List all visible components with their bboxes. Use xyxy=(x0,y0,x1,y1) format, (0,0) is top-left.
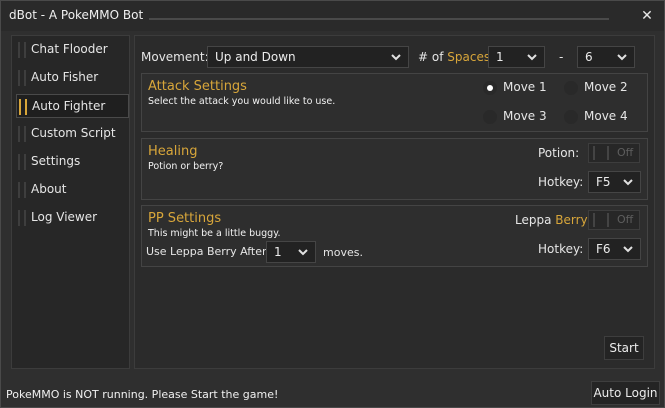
sidebar-item-label: Auto Fighter xyxy=(32,99,106,113)
leppa-word: Berry: xyxy=(555,213,591,227)
sidebar-item-auto-fisher[interactable]: Auto Fisher xyxy=(16,66,129,90)
chevron-down-icon xyxy=(623,246,633,253)
healing-title: Healing xyxy=(148,144,198,159)
radio-dot xyxy=(483,81,497,95)
sidebar-item-label: Log Viewer xyxy=(31,210,98,224)
potion-toggle[interactable]: Off xyxy=(588,143,640,163)
sidebar-item-label: Chat Flooder xyxy=(31,42,108,56)
grip-icon xyxy=(18,126,26,142)
movement-select[interactable]: Up and Down xyxy=(207,46,409,68)
move-3-radio[interactable]: Move 3 xyxy=(483,108,553,126)
close-icon[interactable]: ✕ xyxy=(637,6,657,26)
toggle-knob xyxy=(593,213,609,227)
main-panel: Movement: Up and Down # of Spaces: 1 - 6… xyxy=(134,35,655,369)
movement-value: Up and Down xyxy=(215,50,296,64)
pp-hotkey-label: Hotkey: xyxy=(538,242,584,256)
spaces-to-value: 6 xyxy=(585,50,593,64)
range-dash: - xyxy=(559,50,564,64)
title-divider xyxy=(149,18,609,20)
sidebar-item-label: Custom Script xyxy=(31,126,116,140)
sidebar-item-about[interactable]: About xyxy=(16,178,129,202)
attack-settings-desc: Select the attack you would like to use. xyxy=(148,96,336,107)
radio-dot xyxy=(564,110,578,124)
grip-icon xyxy=(18,70,26,86)
move-4-radio[interactable]: Move 4 xyxy=(564,108,634,126)
grip-icon xyxy=(18,42,26,58)
title-bar[interactable]: dBot - A PokeMMO Bot ✕ xyxy=(1,1,664,31)
leppa-after-value: 1 xyxy=(274,245,282,259)
move-4-label: Move 4 xyxy=(584,109,628,123)
move-1-label: Move 1 xyxy=(503,80,547,94)
spaces-from-select[interactable]: 1 xyxy=(488,46,545,68)
chevron-down-icon xyxy=(391,54,401,61)
sidebar-item-settings[interactable]: Settings xyxy=(16,150,129,174)
move-2-label: Move 2 xyxy=(584,80,628,94)
status-bar: PokeMMO is NOT running. Please Start the… xyxy=(1,377,664,407)
move-1-radio[interactable]: Move 1 xyxy=(483,79,553,97)
potion-toggle-state: Off xyxy=(617,146,634,159)
move-3-label: Move 3 xyxy=(503,109,547,123)
leppa-after-label: Use Leppa Berry After xyxy=(146,245,267,258)
grip-icon xyxy=(18,182,26,198)
leppa-after-suffix: moves. xyxy=(323,246,363,259)
leppa-after-select[interactable]: 1 xyxy=(266,241,316,263)
attack-settings-title: Attack Settings xyxy=(148,79,247,94)
attack-settings-group: Attack Settings Select the attack you wo… xyxy=(141,73,648,132)
window-title: dBot - A PokeMMO Bot xyxy=(9,8,144,22)
chevron-down-icon xyxy=(298,249,308,256)
leppa-prefix: Leppa xyxy=(515,213,552,227)
grip-icon xyxy=(18,154,26,170)
chevron-down-icon xyxy=(527,54,537,61)
healing-hotkey-select[interactable]: F5 xyxy=(588,171,641,193)
auto-login-button[interactable]: Auto Login xyxy=(591,381,660,405)
grip-icon xyxy=(18,210,26,226)
healing-group: Healing Potion or berry? Potion: Off Hot… xyxy=(141,138,648,200)
spaces-prefix: # of xyxy=(418,50,444,64)
spaces-from-value: 1 xyxy=(496,50,504,64)
pp-hotkey-select[interactable]: F6 xyxy=(588,238,641,260)
sidebar: Chat Flooder Auto Fisher Auto Fighter Cu… xyxy=(11,35,130,369)
chevron-down-icon xyxy=(623,179,633,186)
leppa-toggle[interactable]: Off xyxy=(588,210,640,230)
pp-settings-group: PP Settings This might be a little buggy… xyxy=(141,205,648,267)
healing-hotkey-label: Hotkey: xyxy=(538,175,584,189)
spaces-to-select[interactable]: 6 xyxy=(577,46,635,68)
healing-desc: Potion or berry? xyxy=(148,161,224,172)
sidebar-item-auto-fighter[interactable]: Auto Fighter xyxy=(16,94,129,118)
toggle-knob xyxy=(593,146,609,160)
status-text: PokeMMO is NOT running. Please Start the… xyxy=(6,388,279,401)
sidebar-item-label: Auto Fisher xyxy=(31,70,99,84)
sidebar-item-label: Settings xyxy=(31,154,81,168)
pp-settings-title: PP Settings xyxy=(148,211,222,226)
spaces-label: # of Spaces: xyxy=(418,50,494,64)
potion-label: Potion: xyxy=(538,146,580,160)
move-2-radio[interactable]: Move 2 xyxy=(564,79,634,97)
sidebar-item-custom-script[interactable]: Custom Script xyxy=(16,122,129,146)
pp-settings-desc: This might be a little buggy. xyxy=(148,228,281,239)
movement-label: Movement: xyxy=(141,50,209,64)
grip-icon xyxy=(19,99,27,115)
pp-hotkey-value: F6 xyxy=(596,242,611,256)
chevron-down-icon xyxy=(617,54,627,61)
sidebar-item-chat-flooder[interactable]: Chat Flooder xyxy=(16,38,129,62)
sidebar-item-label: About xyxy=(31,182,67,196)
leppa-berry-label: Leppa Berry: xyxy=(515,213,591,227)
start-button[interactable]: Start xyxy=(604,336,644,360)
leppa-toggle-state: Off xyxy=(617,213,634,226)
radio-dot xyxy=(483,110,497,124)
healing-hotkey-value: F5 xyxy=(596,175,611,189)
app-window: dBot - A PokeMMO Bot ✕ Chat Flooder Auto… xyxy=(0,0,665,408)
radio-dot xyxy=(564,81,578,95)
sidebar-item-log-viewer[interactable]: Log Viewer xyxy=(16,206,129,230)
